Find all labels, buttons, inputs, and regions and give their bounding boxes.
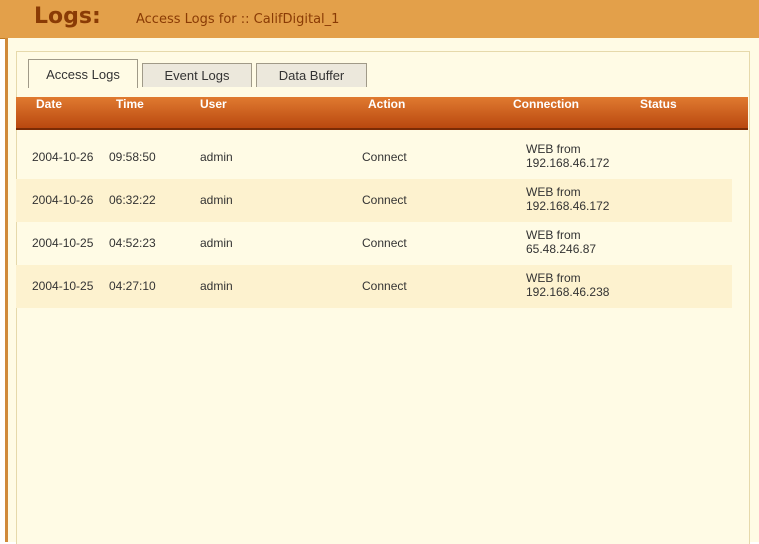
connection-ip: 65.48.246.87 — [526, 242, 597, 256]
cell-connection: WEB from 192.168.46.238 — [526, 271, 609, 299]
cell-date: 2004-10-25 — [32, 236, 94, 250]
cell-user: admin — [200, 236, 233, 250]
connection-type: WEB from — [526, 185, 581, 199]
cell-time: 06:32:22 — [109, 193, 156, 207]
cell-connection: WEB from 192.168.46.172 — [526, 142, 609, 170]
connection-ip: 192.168.46.172 — [526, 199, 610, 213]
page-header: Logs: Access Logs for :: CalifDigital_1 — [0, 0, 759, 39]
cell-connection: WEB from 65.48.246.87 — [526, 228, 596, 256]
cell-user: admin — [200, 193, 233, 207]
tab-access-logs[interactable]: Access Logs — [28, 59, 138, 88]
column-header-action[interactable]: Action — [368, 97, 405, 111]
connection-type: WEB from — [526, 271, 581, 285]
cell-date: 2004-10-25 — [32, 279, 94, 293]
column-header-user[interactable]: User — [200, 97, 227, 111]
cell-action: Connect — [362, 150, 407, 164]
column-header-time[interactable]: Time — [116, 97, 144, 111]
cell-user: admin — [200, 279, 233, 293]
table-row[interactable]: 2004-10-25 04:27:10 admin Connect WEB fr… — [16, 265, 732, 308]
column-header-connection[interactable]: Connection — [513, 97, 579, 111]
connection-type: WEB from — [526, 142, 581, 156]
tab-event-logs[interactable]: Event Logs — [142, 63, 252, 87]
cell-action: Connect — [362, 193, 407, 207]
cell-date: 2004-10-26 — [32, 150, 94, 164]
cell-connection: WEB from 192.168.46.172 — [526, 185, 609, 213]
connection-type: WEB from — [526, 228, 581, 242]
page-title: Logs: — [34, 4, 101, 29]
table-row[interactable]: 2004-10-25 04:52:23 admin Connect WEB fr… — [16, 222, 732, 265]
table-header: Date Time User Action Connection Status — [16, 97, 748, 130]
cell-user: admin — [200, 150, 233, 164]
table-row[interactable]: 2004-10-26 06:32:22 admin Connect WEB fr… — [16, 179, 732, 222]
cell-date: 2004-10-26 — [32, 193, 94, 207]
cell-action: Connect — [362, 236, 407, 250]
content-area: Access Logs Event Logs Data Buffer Date … — [8, 38, 759, 544]
tab-data-buffer[interactable]: Data Buffer — [256, 63, 367, 87]
connection-ip: 192.168.46.238 — [526, 285, 610, 299]
cell-time: 09:58:50 — [109, 150, 156, 164]
page-subtitle: Access Logs for :: CalifDigital_1 — [136, 12, 340, 27]
cell-action: Connect — [362, 279, 407, 293]
table-row[interactable]: 2004-10-26 09:58:50 admin Connect WEB fr… — [16, 136, 732, 179]
connection-ip: 192.168.46.172 — [526, 156, 610, 170]
column-header-date[interactable]: Date — [36, 97, 62, 111]
column-header-status[interactable]: Status — [640, 97, 677, 111]
cell-time: 04:27:10 — [109, 279, 156, 293]
cell-time: 04:52:23 — [109, 236, 156, 250]
